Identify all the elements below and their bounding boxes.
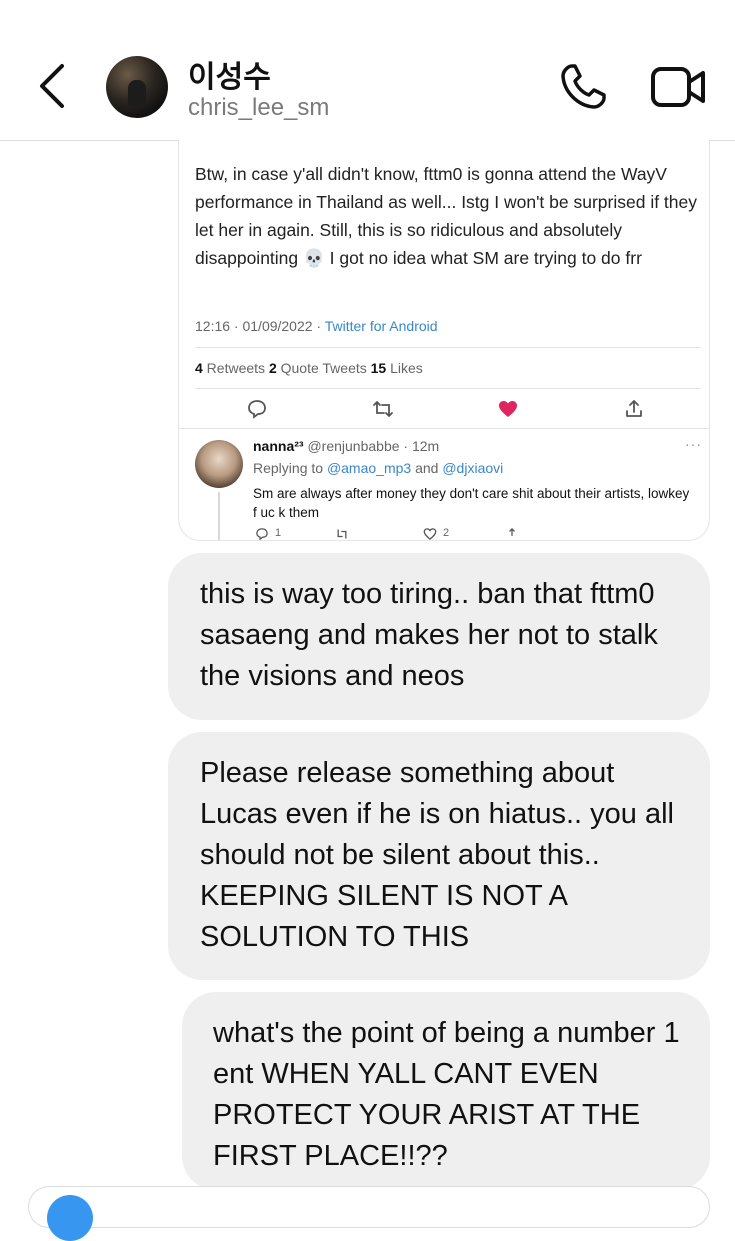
quote-count[interactable]: 2 [269,360,277,376]
tweet-text: Btw, in case y'all didn't know, fttm0 is… [195,164,698,268]
tweet-stats: 4 Retweets 2 Quote Tweets 15 Likes [195,360,423,376]
likes-label: Likes [386,360,423,376]
contact-username: chris_lee_sm [188,94,330,121]
thread-line [218,492,220,540]
retweet-icon[interactable] [372,398,394,420]
share-icon[interactable] [505,527,519,541]
reply-header: nanna²³ @renjunbabbe · 12m [253,438,439,454]
retweet-icon[interactable] [335,527,349,541]
message-bubble[interactable]: Please release something about Lucas eve… [168,732,710,980]
heart-icon[interactable] [423,527,437,541]
message-composer[interactable] [28,1186,710,1241]
reply-actions: 1 2 [253,526,553,541]
tweet-source: Twitter for Android [324,318,438,334]
reply-icon[interactable] [246,398,268,420]
video-icon[interactable] [650,64,706,110]
contact-name[interactable]: 이성수 [188,52,271,96]
retweets-label: Retweets [202,360,269,376]
tweet-timestamp: 12:16 · 01/09/2022 · [195,318,325,334]
quotes-label: Quote Tweets [276,360,371,376]
heart-icon[interactable] [497,398,519,420]
camera-icon[interactable] [47,1195,93,1241]
replying-prefix: Replying to [253,460,327,476]
back-icon[interactable] [30,60,74,112]
replying-and: and [411,460,443,476]
divider [195,347,701,348]
divider [179,428,709,429]
tweet-actions [179,398,709,422]
like-count[interactable]: 15 [371,360,387,376]
share-icon[interactable] [623,398,645,420]
tweet-meta: 12:16 · 01/09/2022 · Twitter for Android [195,318,438,334]
mention-link[interactable]: @djxiaovi [442,460,503,476]
more-icon[interactable]: ··· [685,436,702,452]
shared-tweet[interactable]: Btw, in case y'all didn't know, fttm0 is… [178,140,710,541]
reply-icon[interactable] [255,527,269,541]
message-bubble[interactable]: what's the point of being a number 1 ent… [182,992,710,1190]
retweet-count[interactable]: 4 [195,360,203,376]
phone-icon[interactable] [558,62,608,112]
divider [195,388,701,389]
mention-link[interactable]: @amao_mp3 [327,460,411,476]
avatar[interactable] [106,56,168,118]
reply-reply-count: 1 [275,527,282,539]
reply-like-count: 2 [443,527,450,539]
reply-display-name[interactable]: nanna²³ [253,438,304,454]
reply-handle-time: @renjunbabbe · 12m [303,438,440,454]
reply-text: Sm are always after money they don't car… [253,486,690,520]
message-bubble[interactable]: this is way too tiring.. ban that fttm0 … [168,553,710,720]
chat-header: 이성수 chris_lee_sm [0,0,735,141]
replying-to: Replying to @amao_mp3 and @djxiaovi [253,460,503,476]
reply-avatar[interactable] [195,440,243,488]
